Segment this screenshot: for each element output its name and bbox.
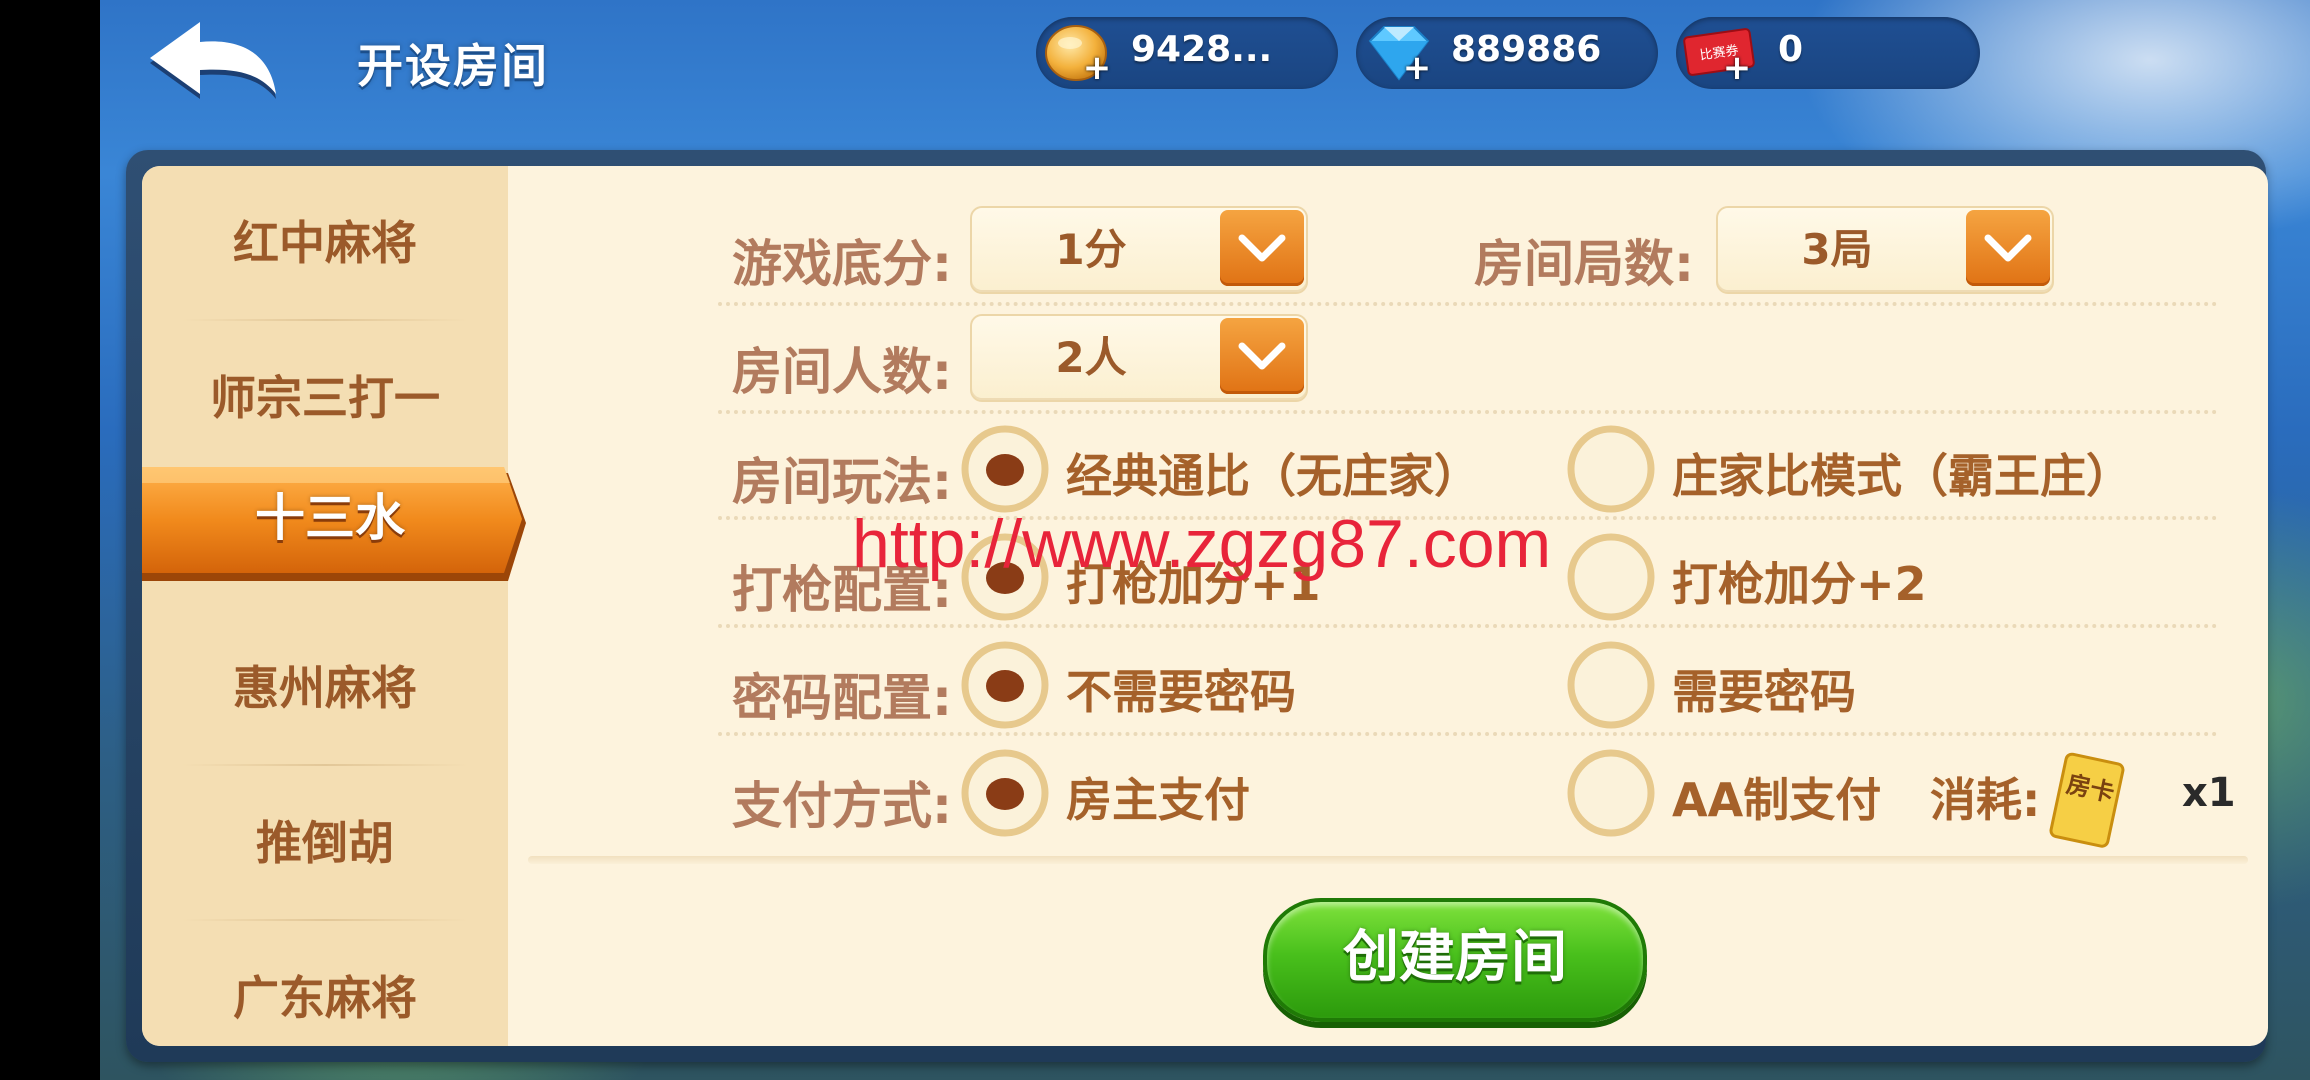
- ticket-plus-icon: +: [1722, 48, 1752, 88]
- content-divider: [528, 856, 2248, 864]
- room-card-icon: 房卡: [2049, 752, 2125, 848]
- need-password-label: 需要密码: [1672, 665, 1856, 719]
- row-divider: [718, 732, 2218, 736]
- cost-count: x1: [2182, 770, 2236, 816]
- host-pay-label: 房主支付: [1066, 773, 1250, 827]
- ticket-counter[interactable]: 比赛券 + 0: [1676, 17, 1980, 89]
- base-score-value: 1分: [1055, 225, 1127, 274]
- mode-banker-label: 庄家比模式（霸王庄）: [1672, 449, 2132, 503]
- mode-classic-label: 经典通比（无庄家）: [1066, 449, 1480, 503]
- mode-label: 房间玩法:: [732, 453, 952, 511]
- password-label: 密码配置:: [732, 669, 952, 727]
- no-password-radio-selected[interactable]: [960, 640, 1050, 730]
- create-room-button[interactable]: 创建房间: [1263, 898, 1647, 1022]
- base-score-dropdown[interactable]: 1分: [970, 206, 1308, 294]
- row-divider: [718, 410, 2218, 414]
- aa-pay-label: AA制支付: [1672, 773, 1882, 827]
- sidebar-item-label: 惠州麻将: [233, 661, 417, 715]
- back-arrow-button[interactable]: [142, 16, 282, 106]
- gun-plus2-radio[interactable]: [1566, 532, 1656, 622]
- row-divider: [718, 624, 2218, 628]
- sidebar-item-shisanshui-active[interactable]: 十三水: [142, 453, 530, 593]
- chevron-down-icon[interactable]: [1220, 318, 1304, 394]
- players-value: 2人: [1055, 333, 1127, 382]
- gold-counter[interactable]: + 9428...: [1036, 17, 1338, 89]
- sidebar-item-hongzhong[interactable]: 红中麻将: [142, 166, 508, 321]
- mode-classic-radio-selected[interactable]: [960, 424, 1050, 514]
- gun-plus2-label: 打枪加分+2: [1672, 557, 1927, 611]
- sidebar-item-label: 十三水: [255, 489, 405, 547]
- ticket-value: 0: [1778, 29, 1804, 70]
- aa-pay-radio[interactable]: [1566, 748, 1656, 838]
- chevron-down-icon[interactable]: [1966, 210, 2050, 286]
- back-arrow-icon: [150, 22, 276, 99]
- sidebar-item-guangdong[interactable]: 广东麻将: [142, 921, 508, 1046]
- game-sidebar: 红中麻将 师宗三打一 惠州麻将 推倒胡 广东麻将: [142, 166, 508, 1046]
- host-pay-radio-selected[interactable]: [960, 748, 1050, 838]
- payment-label: 支付方式:: [732, 777, 952, 835]
- diamond-value: 889886: [1451, 29, 1602, 70]
- sidebar-item-huizhou[interactable]: 惠州麻将: [142, 611, 508, 766]
- room-settings-panel: 红中麻将 师宗三打一 惠州麻将 推倒胡 广东麻将 游戏底分: 1分 房间局数: …: [142, 166, 2268, 1046]
- sidebar-item-label: 广东麻将: [233, 971, 417, 1025]
- rounds-value: 3局: [1801, 225, 1873, 274]
- sidebar-item-label: 红中麻将: [233, 216, 417, 270]
- page-title: 开设房间: [357, 39, 549, 93]
- base-score-label: 游戏底分:: [732, 235, 952, 293]
- gold-value: 9428...: [1131, 29, 1273, 70]
- cost-label: 消耗:: [1930, 773, 2041, 827]
- players-dropdown[interactable]: 2人: [970, 314, 1308, 402]
- no-password-label: 不需要密码: [1066, 665, 1296, 719]
- watermark-text: http://www.zgzg87.com: [852, 506, 1552, 582]
- rounds-label: 房间局数:: [1474, 235, 1694, 293]
- sidebar-item-tuidaohu[interactable]: 推倒胡: [142, 766, 508, 921]
- diamond-counter[interactable]: + 889886: [1356, 17, 1658, 89]
- need-password-radio[interactable]: [1566, 640, 1656, 730]
- row-divider: [718, 302, 2218, 306]
- players-label: 房间人数:: [732, 343, 952, 401]
- gold-plus-icon: +: [1082, 48, 1112, 88]
- sidebar-item-label: 师宗三打一: [210, 371, 440, 425]
- diamond-plus-icon: +: [1402, 48, 1432, 88]
- chevron-down-icon[interactable]: [1220, 210, 1304, 286]
- sidebar-item-label: 推倒胡: [256, 816, 394, 870]
- mode-banker-radio[interactable]: [1566, 424, 1656, 514]
- rounds-dropdown[interactable]: 3局: [1716, 206, 2054, 294]
- game-background: 开设房间 + 9428... + 889886 比赛券 + 0 红中麻将 师宗三…: [100, 0, 2310, 1080]
